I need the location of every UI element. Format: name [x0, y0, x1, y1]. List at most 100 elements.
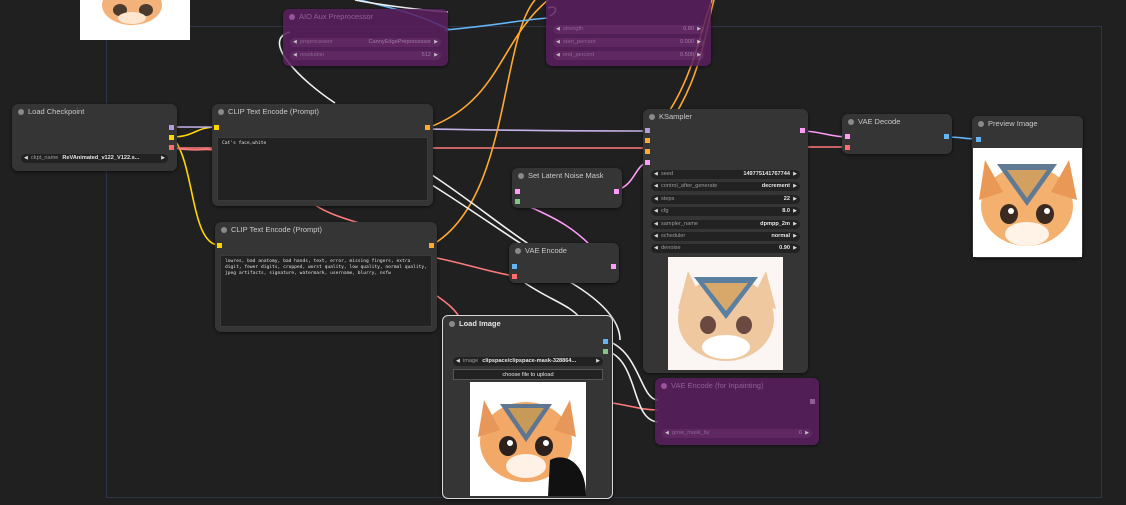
ckpt-name-combo[interactable]: ◀ ckpt_name ReVAnimated_v122_V122.s... ▶	[21, 154, 168, 163]
latent-output-port[interactable]	[810, 399, 815, 404]
left-arrow-icon[interactable]: ◀	[654, 182, 658, 191]
left-arrow-icon[interactable]: ◀	[556, 25, 560, 34]
positive-prompt-textarea[interactable]: Cat's face,white	[217, 137, 428, 201]
model-input-port[interactable]	[645, 128, 650, 133]
ksampler-widget-steps[interactable]: ◀ steps 22 ▶	[651, 194, 800, 204]
clip-input-port[interactable]	[217, 243, 222, 248]
widget-label: end_percent	[563, 52, 595, 58]
vae-input-port[interactable]	[512, 274, 517, 279]
left-arrow-icon[interactable]: ◀	[654, 244, 658, 253]
widget-value: 6	[798, 430, 802, 436]
ksampler-widget-cfg[interactable]: ◀ cfg 8.0 ▶	[651, 207, 800, 217]
controlnet-apply-node[interactable]: ◀ strength 0.80 ▶ ◀ start_percent 0.000 ▶ ◀ end…	[546, 0, 711, 66]
right-arrow-icon[interactable]: ▶	[697, 25, 701, 34]
ksampler-widget-scheduler[interactable]: ◀ scheduler normal ▶	[651, 232, 800, 241]
right-arrow-icon[interactable]: ▶	[793, 207, 797, 216]
right-arrow-icon[interactable]: ▶	[434, 38, 438, 47]
left-arrow-icon[interactable]: ◀	[556, 51, 560, 60]
left-arrow-icon[interactable]: ◀	[654, 195, 658, 204]
load-checkpoint-node[interactable]: Load Checkpoint ◀ ckpt_name ReVAnimated_v1…	[12, 104, 177, 171]
right-arrow-icon[interactable]: ▶	[793, 244, 797, 253]
widget-value: normal	[771, 233, 790, 239]
negative-input-port[interactable]	[645, 149, 650, 154]
conditioning-output-port[interactable]	[429, 243, 434, 248]
right-arrow-icon[interactable]: ▶	[793, 170, 797, 179]
images-input-port[interactable]	[976, 137, 981, 142]
vae-decode-node[interactable]: VAE Decode	[842, 114, 952, 154]
left-arrow-icon[interactable]: ◀	[456, 357, 460, 366]
right-arrow-icon[interactable]: ▶	[596, 357, 600, 366]
vae-encode-inpainting-node[interactable]: VAE Encode (for Inpainting) ◀ grow_mask_b…	[655, 378, 819, 445]
clip-text-encode-negative-node[interactable]: CLIP Text Encode (Prompt) lowres, bad an…	[215, 222, 437, 332]
start-percent-widget[interactable]: ◀ start_percent 0.000 ▶	[553, 38, 704, 47]
left-arrow-icon[interactable]: ◀	[293, 51, 297, 60]
set-latent-noise-mask-node[interactable]: Set Latent Noise Mask	[512, 168, 622, 208]
ksampler-widget-denoise[interactable]: ◀ denoise 0.90 ▶	[651, 244, 800, 254]
latent-input-port[interactable]	[645, 160, 650, 165]
image-output-port[interactable]	[944, 134, 949, 139]
negative-prompt-textarea[interactable]: lowres, bad anatomy, bad hands, text, er…	[220, 255, 432, 327]
widget-value: 0.000	[680, 39, 694, 45]
right-arrow-icon[interactable]: ▶	[793, 232, 797, 241]
strength-widget[interactable]: ◀ strength 0.80 ▶	[553, 25, 704, 34]
pixels-input-port[interactable]	[512, 264, 517, 269]
vae-input-port[interactable]	[845, 145, 850, 150]
left-arrow-icon[interactable]: ◀	[654, 170, 658, 179]
clip-text-encode-positive-node[interactable]: CLIP Text Encode (Prompt) Cat's face,whi…	[212, 104, 433, 206]
right-arrow-icon[interactable]: ▶	[805, 429, 809, 438]
latent-output-port[interactable]	[800, 128, 805, 133]
right-arrow-icon[interactable]: ▶	[434, 51, 438, 60]
left-arrow-icon[interactable]: ◀	[556, 38, 560, 47]
widget-label: sampler_name	[661, 220, 698, 227]
choose-file-button[interactable]: choose file to upload	[453, 369, 603, 380]
image-output-port[interactable]	[603, 339, 608, 344]
clip-input-port[interactable]	[214, 125, 219, 130]
preprocessor-combo[interactable]: ◀ preprocessor CannyEdgePreprocessor ▶	[290, 38, 441, 47]
aio-preprocessor-node[interactable]: AIO Aux Preprocessor ◀ preprocessor CannyE…	[283, 9, 448, 66]
cat-image	[668, 257, 783, 370]
left-arrow-icon[interactable]: ◀	[654, 207, 658, 216]
vae-encode-node[interactable]: VAE Encode	[509, 243, 619, 283]
model-output-port[interactable]	[169, 125, 174, 130]
ksampler-widget-sampler-name[interactable]: ◀ sampler_name dpmpp_2m ▶	[651, 219, 800, 229]
node-title: AIO Aux Preprocessor	[283, 9, 448, 25]
preview-image-node[interactable]: Preview Image	[972, 116, 1083, 258]
node-title: Set Latent Noise Mask	[512, 168, 622, 184]
node-status-dot	[218, 109, 224, 115]
ksampler-widget-seed[interactable]: ◀ seed 149775141767744 ▶	[651, 170, 800, 179]
grow-mask-widget[interactable]: ◀ grow_mask_by 6 ▶	[662, 429, 812, 438]
right-arrow-icon[interactable]: ▶	[793, 195, 797, 204]
left-arrow-icon[interactable]: ◀	[654, 232, 658, 241]
node-graph-canvas[interactable]: AIO Aux Preprocessor ◀ preprocessor CannyE…	[0, 0, 1126, 505]
mask-output-port[interactable]	[603, 349, 608, 354]
latent-output-port[interactable]	[611, 264, 616, 269]
conditioning-output-port[interactable]	[425, 125, 430, 130]
ksampler-node[interactable]: KSampler ◀ seed 149775141767744 ▶ ◀ control_a…	[643, 109, 808, 373]
left-arrow-icon[interactable]: ◀	[24, 154, 28, 163]
right-arrow-icon[interactable]: ▶	[793, 220, 797, 229]
positive-input-port[interactable]	[645, 138, 650, 143]
left-arrow-icon[interactable]: ◀	[293, 38, 297, 47]
widget-label: steps	[661, 195, 675, 202]
left-arrow-icon[interactable]: ◀	[654, 220, 658, 229]
right-arrow-icon[interactable]: ▶	[697, 38, 701, 47]
node-status-dot	[518, 173, 524, 179]
samples-input-port[interactable]	[845, 134, 850, 139]
right-arrow-icon[interactable]: ▶	[697, 51, 701, 60]
samples-input-port[interactable]	[515, 189, 520, 194]
end-percent-widget[interactable]: ◀ end_percent 0.500 ▶	[553, 51, 704, 60]
right-arrow-icon[interactable]: ▶	[161, 154, 165, 163]
vae-output-port[interactable]	[169, 145, 174, 150]
ksampler-widget-control-after-generate[interactable]: ◀ control_after_generate decrement ▶	[651, 182, 800, 192]
latent-output-port[interactable]	[614, 189, 619, 194]
resolution-widget[interactable]: ◀ resolution 512 ▶	[290, 51, 441, 60]
mask-input-port[interactable]	[515, 199, 520, 204]
left-arrow-icon[interactable]: ◀	[665, 429, 669, 438]
node-status-dot	[18, 109, 24, 115]
load-image-node[interactable]: Load Image ◀ image clipspace/clipspace-mas…	[442, 315, 613, 499]
widget-label: denoise	[661, 245, 681, 252]
clip-output-port[interactable]	[169, 135, 174, 140]
right-arrow-icon[interactable]: ▶	[793, 182, 797, 191]
widget-label: start_percent	[563, 39, 596, 45]
image-combo[interactable]: ◀ image clipspace/clipspace-mask-328864...…	[453, 357, 603, 366]
